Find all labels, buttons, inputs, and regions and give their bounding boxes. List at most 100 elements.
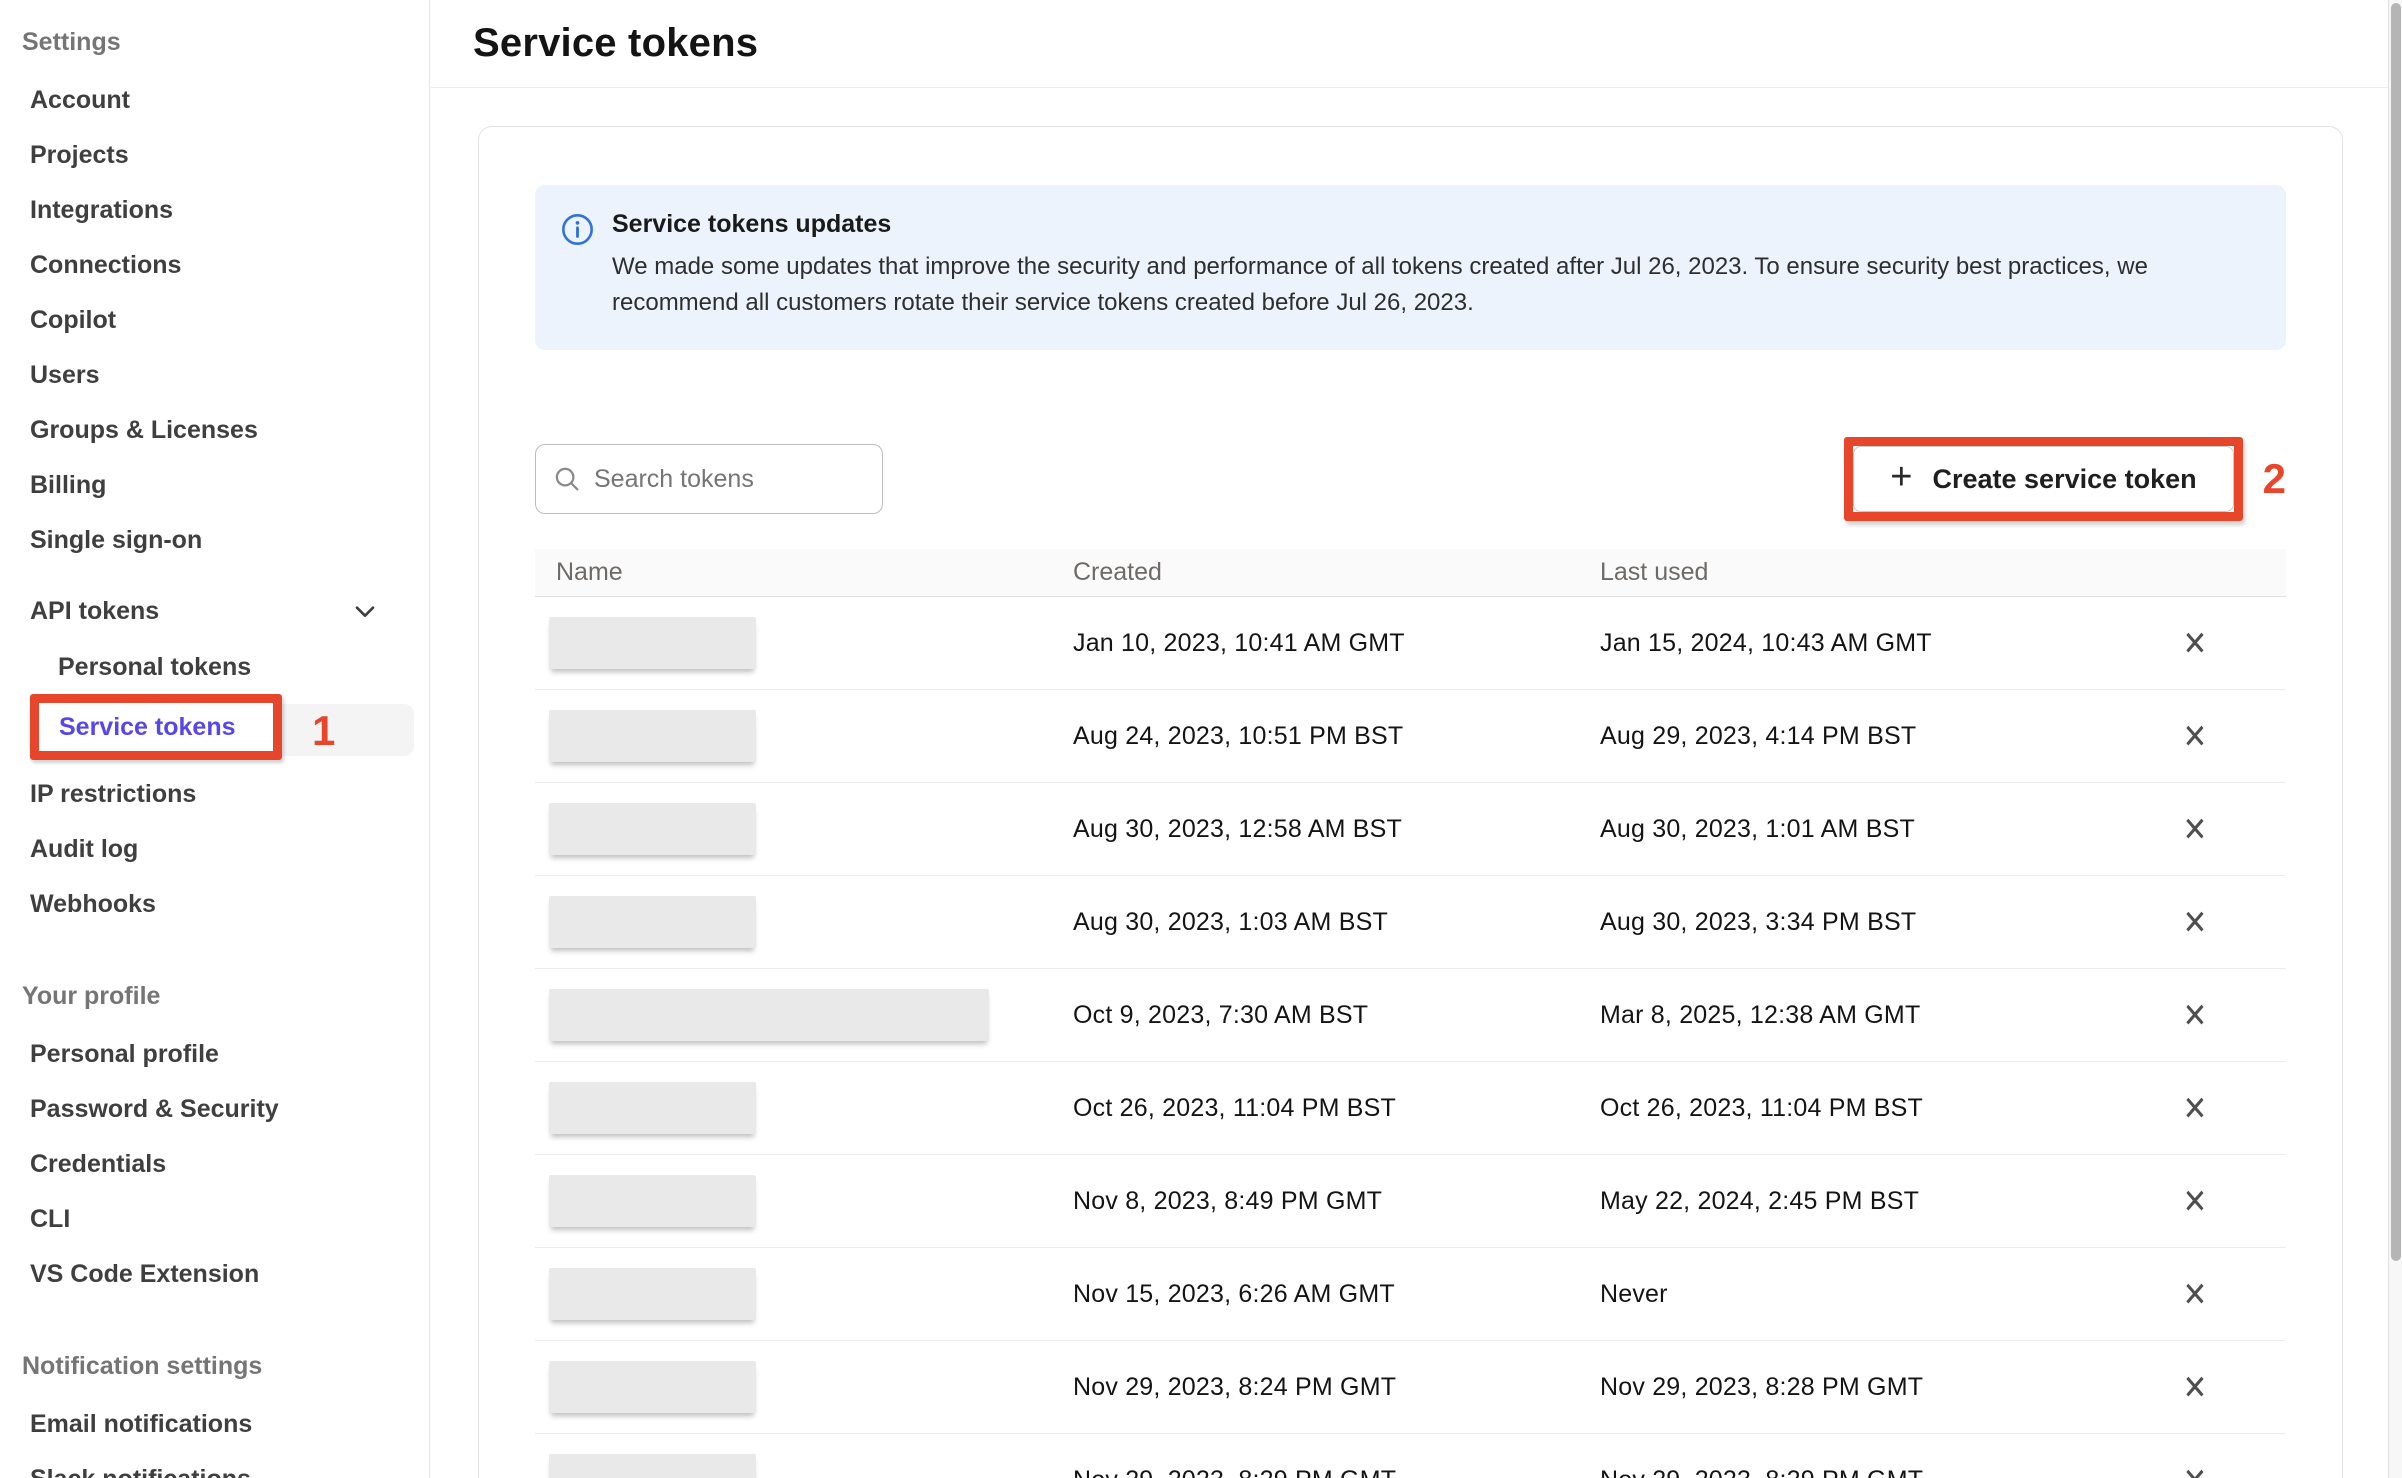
sidebar-item-connections[interactable]: Connections xyxy=(0,238,429,293)
column-header-created: Created xyxy=(1073,558,1600,587)
last-used-cell: May 22, 2024, 2:45 PM BST xyxy=(1600,1187,2110,1216)
redacted-token-name xyxy=(549,1268,756,1320)
redacted-token-name xyxy=(549,989,989,1041)
created-cell: Jan 10, 2023, 10:41 AM GMT xyxy=(1073,629,1600,658)
redacted-token-name xyxy=(549,1361,756,1413)
table-row: Nov 8, 2023, 8:49 PM GMT May 22, 2024, 2… xyxy=(535,1154,2286,1247)
plus-icon: + xyxy=(1890,458,1912,496)
sidebar-item-projects[interactable]: Projects xyxy=(0,128,429,183)
service-tokens-table: Name Created Last used Jan 10, 2023, 10:… xyxy=(535,549,2286,1478)
table-toolbar: + Create service token 2 xyxy=(535,436,2286,522)
table-row: Aug 30, 2023, 12:58 AM BST Aug 30, 2023,… xyxy=(535,782,2286,875)
sidebar-item-ip-restrictions[interactable]: IP restrictions xyxy=(0,767,429,822)
table-row: Nov 29, 2023, 8:29 PM GMT Nov 29, 2023, … xyxy=(535,1433,2286,1478)
sidebar-item-billing[interactable]: Billing xyxy=(0,458,429,513)
created-cell: Oct 9, 2023, 7:30 AM BST xyxy=(1073,1001,1600,1030)
column-header-last-used: Last used xyxy=(1600,558,2110,587)
sidebar-item-email-notifications[interactable]: Email notifications xyxy=(0,1397,429,1452)
sidebar-item-vs-code-extension[interactable]: VS Code Extension xyxy=(0,1247,429,1302)
annotation-step-2: 2 xyxy=(2263,455,2286,503)
delete-token-icon[interactable]: ✕ xyxy=(2183,1370,2208,1404)
created-cell: Aug 30, 2023, 1:03 AM BST xyxy=(1073,908,1600,937)
table-row: Oct 26, 2023, 11:04 PM BST Oct 26, 2023,… xyxy=(535,1061,2286,1154)
sidebar-section-notification-settings: Notification settings xyxy=(22,1342,429,1391)
redacted-token-name xyxy=(549,1082,756,1134)
delete-token-icon[interactable]: ✕ xyxy=(2183,1091,2208,1125)
delete-token-icon[interactable]: ✕ xyxy=(2183,1277,2208,1311)
table-header-row: Name Created Last used xyxy=(535,549,2286,596)
delete-token-icon[interactable]: ✕ xyxy=(2183,626,2208,660)
search-input[interactable] xyxy=(535,444,883,514)
delete-token-icon[interactable]: ✕ xyxy=(2183,812,2208,846)
last-used-cell: Aug 30, 2023, 1:01 AM BST xyxy=(1600,815,2110,844)
sidebar-item-integrations[interactable]: Integrations xyxy=(0,183,429,238)
column-header-name: Name xyxy=(535,558,1073,587)
delete-token-icon[interactable]: ✕ xyxy=(2183,1184,2208,1218)
sidebar-item-service-tokens-selected[interactable]: Service tokens 1 xyxy=(0,697,429,763)
created-cell: Nov 29, 2023, 8:29 PM GMT xyxy=(1073,1466,1600,1478)
delete-token-icon[interactable]: ✕ xyxy=(2183,998,2208,1032)
sidebar-section-settings: Settings xyxy=(22,18,429,67)
last-used-cell: Nov 29, 2023, 8:29 PM GMT xyxy=(1600,1466,2110,1478)
delete-token-icon[interactable]: ✕ xyxy=(2183,905,2208,939)
sidebar-item-audit-log[interactable]: Audit log xyxy=(0,822,429,877)
service-tokens-card: Service tokens updates We made some upda… xyxy=(478,126,2343,1478)
annotation-step-1: 1 xyxy=(312,707,335,755)
redacted-token-name xyxy=(549,710,756,762)
banner-text: Service tokens updates We made some upda… xyxy=(612,210,2256,321)
sidebar-item-single-sign-on[interactable]: Single sign-on xyxy=(0,513,429,568)
created-cell: Nov 8, 2023, 8:49 PM GMT xyxy=(1073,1187,1600,1216)
info-banner: Service tokens updates We made some upda… xyxy=(535,185,2286,350)
last-used-cell: Oct 26, 2023, 11:04 PM BST xyxy=(1600,1094,2110,1123)
last-used-cell: Mar 8, 2025, 12:38 AM GMT xyxy=(1600,1001,2110,1030)
sidebar-item-groups-licenses[interactable]: Groups & Licenses xyxy=(0,403,429,458)
delete-token-icon[interactable]: ✕ xyxy=(2183,719,2208,753)
search-box xyxy=(535,444,883,514)
page-title: Service tokens xyxy=(473,21,758,66)
sidebar-item-account[interactable]: Account xyxy=(0,73,429,128)
service-tokens-label[interactable]: Service tokens xyxy=(59,713,236,742)
sidebar-item-personal-profile[interactable]: Personal profile xyxy=(0,1027,429,1082)
create-button-label: Create service token xyxy=(1932,464,2196,495)
create-service-token-button[interactable]: + Create service token xyxy=(1853,446,2233,512)
sidebar-item-copilot[interactable]: Copilot xyxy=(0,293,429,348)
table-row: Jan 10, 2023, 10:41 AM GMT Jan 15, 2024,… xyxy=(535,596,2286,689)
last-used-cell: Nov 29, 2023, 8:28 PM GMT xyxy=(1600,1373,2110,1402)
redacted-token-name xyxy=(549,1175,756,1227)
chevron-down-icon xyxy=(349,595,381,627)
sidebar-item-users[interactable]: Users xyxy=(0,348,429,403)
page-header: Service tokens xyxy=(431,0,2388,88)
last-used-cell: Jan 15, 2024, 10:43 AM GMT xyxy=(1600,629,2110,658)
sidebar-item-personal-tokens[interactable]: Personal tokens xyxy=(0,640,429,695)
service-tokens-page: Settings Account Projects Integrations C… xyxy=(0,0,2402,1478)
scrollbar-thumb[interactable] xyxy=(2391,3,2401,1261)
sidebar-item-credentials[interactable]: Credentials xyxy=(0,1137,429,1192)
redacted-token-name xyxy=(549,803,756,855)
delete-token-icon[interactable]: ✕ xyxy=(2183,1463,2208,1478)
sidebar-item-webhooks[interactable]: Webhooks xyxy=(0,877,429,932)
main-content: Service tokens Service tokens updates We… xyxy=(431,0,2388,1478)
sidebar-item-password-security[interactable]: Password & Security xyxy=(0,1082,429,1137)
created-cell: Aug 24, 2023, 10:51 PM BST xyxy=(1073,722,1600,751)
created-cell: Nov 29, 2023, 8:24 PM GMT xyxy=(1073,1373,1600,1402)
redacted-token-name xyxy=(549,896,756,948)
table-row: Aug 30, 2023, 1:03 AM BST Aug 30, 2023, … xyxy=(535,875,2286,968)
last-used-cell: Never xyxy=(1600,1280,2110,1309)
create-token-area: + Create service token 2 xyxy=(1844,437,2286,521)
table-row: Aug 24, 2023, 10:51 PM BST Aug 29, 2023,… xyxy=(535,689,2286,782)
table-row: Nov 29, 2023, 8:24 PM GMT Nov 29, 2023, … xyxy=(535,1340,2286,1433)
redacted-token-name xyxy=(549,1454,756,1478)
info-circle-icon xyxy=(561,213,594,251)
settings-sidebar: Settings Account Projects Integrations C… xyxy=(0,0,430,1478)
annotation-highlight-box-1: Service tokens xyxy=(30,694,282,760)
sidebar-item-slack-notifications[interactable]: Slack notifications xyxy=(0,1452,429,1478)
sidebar-item-cli[interactable]: CLI xyxy=(0,1192,429,1247)
sidebar-item-api-tokens[interactable]: API tokens xyxy=(0,582,429,640)
table-row: Oct 9, 2023, 7:30 AM BST Mar 8, 2025, 12… xyxy=(535,968,2286,1061)
search-icon xyxy=(552,464,582,499)
sidebar-section-your-profile: Your profile xyxy=(22,972,429,1021)
last-used-cell: Aug 29, 2023, 4:14 PM BST xyxy=(1600,722,2110,751)
last-used-cell: Aug 30, 2023, 3:34 PM BST xyxy=(1600,908,2110,937)
annotation-highlight-box-2: + Create service token xyxy=(1844,437,2242,521)
page-scrollbar[interactable] xyxy=(2388,0,2402,1478)
